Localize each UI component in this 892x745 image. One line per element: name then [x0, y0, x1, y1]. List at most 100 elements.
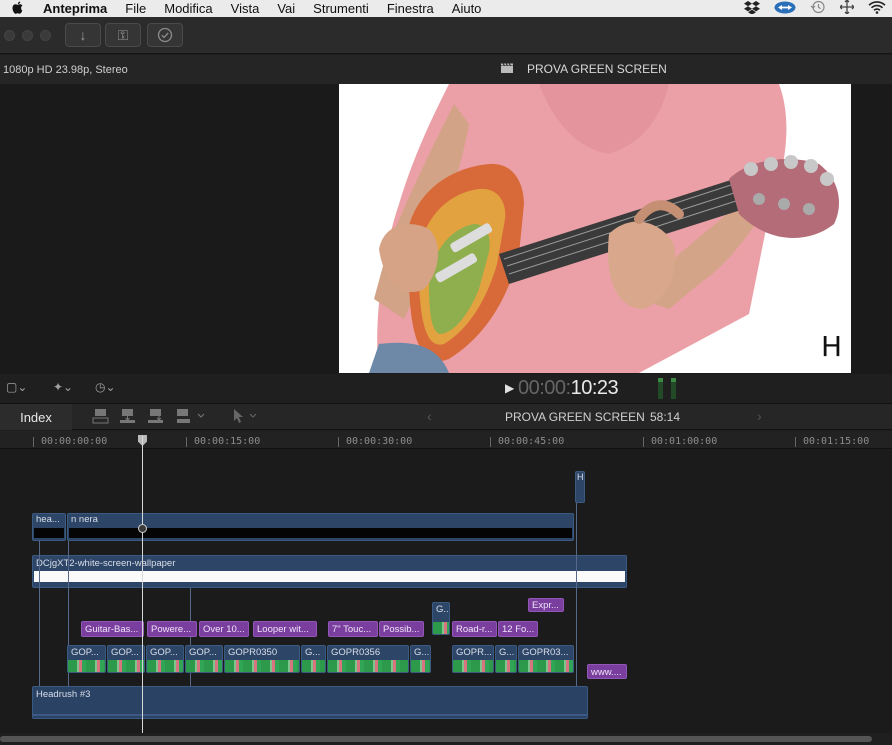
ruler-mark: 00:01:15:00 — [803, 436, 870, 447]
minimize-window-button[interactable] — [22, 30, 33, 41]
title-clip[interactable]: 12 Fo... — [498, 621, 538, 637]
timeline-project-name: PROVA GREEN SCREEN — [505, 410, 645, 424]
scrollbar-thumb[interactable] — [0, 736, 872, 742]
clip-thumbnail — [108, 660, 144, 672]
ruler-tick — [643, 437, 644, 447]
menubar: Anteprima File Modifica Vista Vai Strume… — [0, 0, 892, 17]
clip-label: GOPR03... — [522, 647, 569, 658]
view-options-icon[interactable]: ▢⌄ — [6, 380, 27, 394]
timeline-clip[interactable]: GOPR0350 — [224, 645, 300, 673]
timecode-display[interactable]: 00:00:10:23 — [518, 377, 619, 400]
title-clip[interactable]: Looper wit... — [253, 621, 317, 637]
app-window: Anteprima File Modifica Vista Vai Strume… — [0, 0, 892, 745]
menu-file[interactable]: File — [116, 0, 155, 17]
toolbar: ↓ ⚿ — [0, 17, 892, 54]
overwrite-clip-icon[interactable] — [176, 408, 206, 427]
download-arrow-icon: ↓ — [79, 27, 87, 43]
menu-strumenti[interactable]: Strumenti — [304, 0, 378, 17]
playhead[interactable] — [142, 436, 143, 737]
clip-label: n nera — [71, 514, 98, 525]
timeline-duration: 58:14 — [650, 410, 681, 424]
time-machine-icon[interactable] — [810, 0, 826, 17]
clip-thumbnail — [68, 660, 105, 672]
guitar-player-image: H — [339, 84, 851, 373]
timeline-clip[interactable]: GOPR... — [452, 645, 494, 673]
title-clip[interactable]: Over 10... — [199, 621, 249, 637]
timeline-clip[interactable]: DCjgXT2-white-screen-wallpaper — [32, 555, 627, 588]
menu-modifica[interactable]: Modifica — [155, 0, 221, 17]
timecode-bright: 10:23 — [570, 377, 619, 399]
timeline-clip[interactable]: GOPR03... — [518, 645, 574, 673]
index-button[interactable]: Index — [0, 404, 72, 430]
menu-vista[interactable]: Vista — [222, 0, 269, 17]
clip-label: G... — [305, 647, 321, 658]
timeline-clip[interactable]: G... — [432, 602, 450, 635]
timeline[interactable]: H hea... n nera DCjgXT2-white-screen-wal… — [0, 449, 892, 733]
clip-thumbnail — [302, 660, 325, 672]
timeline-clip[interactable]: GOP... — [185, 645, 223, 673]
ruler-mark: 00:00:00:00 — [41, 436, 108, 447]
wifi-icon[interactable] — [868, 0, 886, 17]
ruler-tick — [795, 437, 796, 447]
timeline-scrollbar[interactable] — [0, 733, 892, 745]
ruler-mark: 00:00:45:00 — [498, 436, 565, 447]
timeline-clip[interactable]: G... — [410, 645, 431, 673]
clip-label: GOP... — [189, 647, 217, 658]
clip-thumbnail — [411, 660, 430, 672]
clip-connector — [39, 541, 40, 686]
title-clip[interactable]: www.... — [587, 664, 627, 679]
timeline-clip[interactable]: GOPR0356 — [327, 645, 409, 673]
select-tool-icon[interactable] — [232, 408, 258, 427]
connect-clip-icon[interactable] — [92, 408, 110, 427]
title-clip[interactable]: Expr... — [528, 598, 564, 612]
move-icon[interactable] — [839, 0, 855, 17]
primary-storyline-clip[interactable]: Headrush #3 — [32, 686, 588, 719]
menu-vai[interactable]: Vai — [268, 0, 304, 17]
timecode-dim: 00:00: — [518, 377, 571, 399]
timeline-clip[interactable]: G... — [301, 645, 326, 673]
apple-menu-icon[interactable] — [0, 1, 34, 17]
timeline-clip[interactable]: GOP... — [67, 645, 106, 673]
zoom-window-button[interactable] — [40, 30, 51, 41]
timeline-clip[interactable]: GOP... — [107, 645, 145, 673]
timeline-clip[interactable]: hea... — [32, 513, 66, 541]
timeline-clip[interactable]: H — [575, 471, 585, 503]
title-clip[interactable]: 7" Touc... — [328, 621, 378, 637]
title-clip[interactable]: Guitar-Bas... — [81, 621, 144, 637]
append-clip-icon[interactable] — [147, 408, 165, 427]
clip-thumbnail — [519, 660, 573, 672]
clip-label: G... — [414, 647, 430, 658]
audio-meter-left[interactable] — [658, 378, 663, 399]
clip-label: GOPR0356 — [331, 647, 381, 658]
title-clip[interactable]: Road-r... — [452, 621, 497, 637]
history-forward-button[interactable]: › — [757, 408, 762, 424]
title-clip[interactable]: Powere... — [147, 621, 197, 637]
menu-finestra[interactable]: Finestra — [378, 0, 443, 17]
menu-aiuto[interactable]: Aiuto — [443, 0, 491, 17]
timeline-clip[interactable]: G... — [495, 645, 517, 673]
viewer[interactable]: H — [0, 84, 892, 374]
clip-thumbnail — [433, 622, 449, 634]
playhead-dot — [138, 524, 147, 533]
import-button[interactable]: ↓ — [65, 23, 101, 47]
clip-thumbnail — [453, 660, 493, 672]
close-window-button[interactable] — [4, 30, 15, 41]
clip-thumbnail — [328, 660, 408, 672]
timeline-ruler[interactable]: 00:00:00:00 00:00:15:00 00:00:30:00 00:0… — [0, 431, 892, 449]
audio-meter-right[interactable] — [671, 378, 676, 399]
title-clip[interactable]: Possib... — [379, 621, 424, 637]
retime-menu-icon[interactable]: ◷⌄ — [95, 380, 116, 394]
ruler-tick — [338, 437, 339, 447]
menu-app[interactable]: Anteprima — [34, 0, 116, 17]
clip-label: GOPR... — [456, 647, 492, 658]
dropbox-icon[interactable] — [744, 0, 760, 17]
timeline-clip[interactable]: GOP... — [146, 645, 184, 673]
enhance-menu-icon[interactable]: ✦⌄ — [53, 380, 73, 394]
teamviewer-icon[interactable] — [774, 1, 796, 17]
insert-clip-icon[interactable] — [119, 408, 137, 427]
play-button[interactable]: ▶ — [505, 381, 514, 395]
history-back-button[interactable]: ‹ — [427, 408, 432, 424]
timeline-header: Index ‹ PROVA GREEN SCREEN 58:14 › — [0, 403, 892, 430]
background-tasks-button[interactable] — [147, 23, 183, 47]
keywords-button[interactable]: ⚿ — [105, 23, 141, 47]
